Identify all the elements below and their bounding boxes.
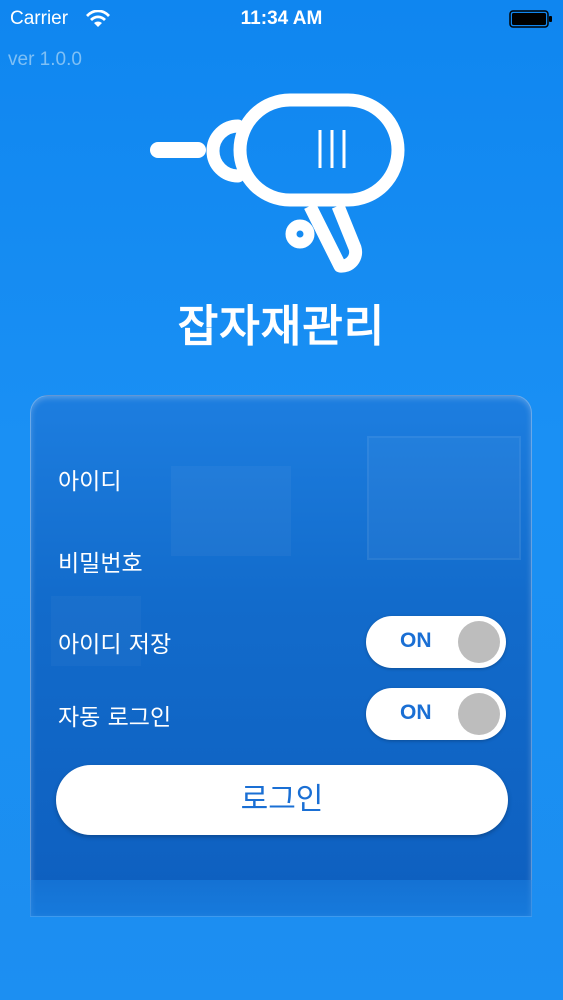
auto-login-label: 자동 로그인: [58, 705, 172, 731]
version-label: ver 1.0.0: [8, 49, 82, 70]
app-title: 잡자재관리: [177, 301, 386, 352]
status-bar: Carrier 11:34 AM: [0, 0, 563, 40]
login-button[interactable]: 로그인: [56, 765, 508, 835]
auto-login-toggle-state: ON: [400, 701, 432, 724]
save-id-label: 아이디 저장: [58, 632, 172, 658]
save-id-toggle-state: ON: [400, 629, 432, 652]
battery-icon: [509, 10, 552, 28]
id-field[interactable]: 아이디: [58, 462, 121, 496]
auto-login-toggle[interactable]: ON: [366, 688, 506, 740]
toggle-knob: [458, 621, 500, 663]
password-field[interactable]: 비밀번호: [58, 544, 143, 578]
status-time: 11:34 AM: [240, 8, 323, 29]
toggle-knob: [458, 693, 500, 735]
drill-logo-icon: [150, 93, 405, 273]
save-id-toggle[interactable]: ON: [366, 616, 506, 668]
